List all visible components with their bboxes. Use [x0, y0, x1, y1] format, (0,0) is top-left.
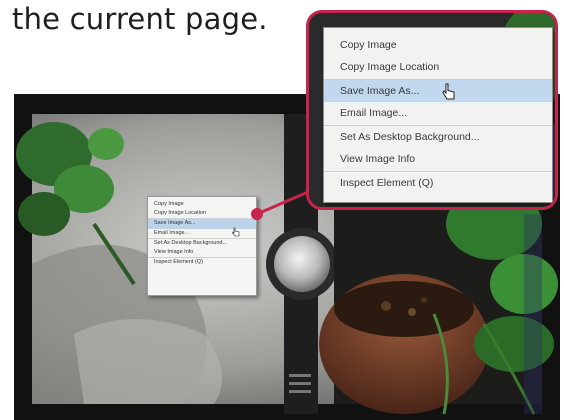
menu-item-view-image-info[interactable]: View Image Info — [324, 148, 552, 170]
caption-text: the current page. — [12, 2, 268, 36]
menu-item-inspect-element[interactable]: Inspect Element (Q) — [148, 257, 256, 267]
pointer-hand-icon — [442, 83, 455, 100]
context-menu-magnified: Copy Image Copy Image Location Save Imag… — [323, 27, 553, 203]
magnified-callout: Copy Image Copy Image Location Save Imag… — [306, 10, 558, 210]
menu-item-copy-image[interactable]: Copy Image — [148, 200, 256, 209]
menu-item-copy-image-location[interactable]: Copy Image Location — [324, 56, 552, 78]
menu-item-label: Inspect Element (Q) — [340, 177, 434, 189]
menu-item-inspect-element[interactable]: Inspect Element (Q) — [324, 171, 552, 194]
pointer-hand-icon — [232, 227, 240, 237]
menu-item-email-image[interactable]: Email Image... — [324, 102, 552, 124]
menu-item-copy-image-location[interactable]: Copy Image Location — [148, 209, 256, 218]
menu-item-copy-image[interactable]: Copy Image — [324, 34, 552, 56]
menu-item-set-desktop-background[interactable]: Set As Desktop Background... — [148, 237, 256, 248]
menu-item-view-image-info[interactable]: View Image Info — [148, 248, 256, 257]
menu-item-label: Save Image As... — [340, 85, 420, 97]
menu-item-save-image-as[interactable]: Save Image As... — [324, 79, 552, 102]
menu-item-set-desktop-background[interactable]: Set As Desktop Background... — [324, 125, 552, 148]
context-menu-small: Copy Image Copy Image Location Save Imag… — [147, 196, 257, 296]
